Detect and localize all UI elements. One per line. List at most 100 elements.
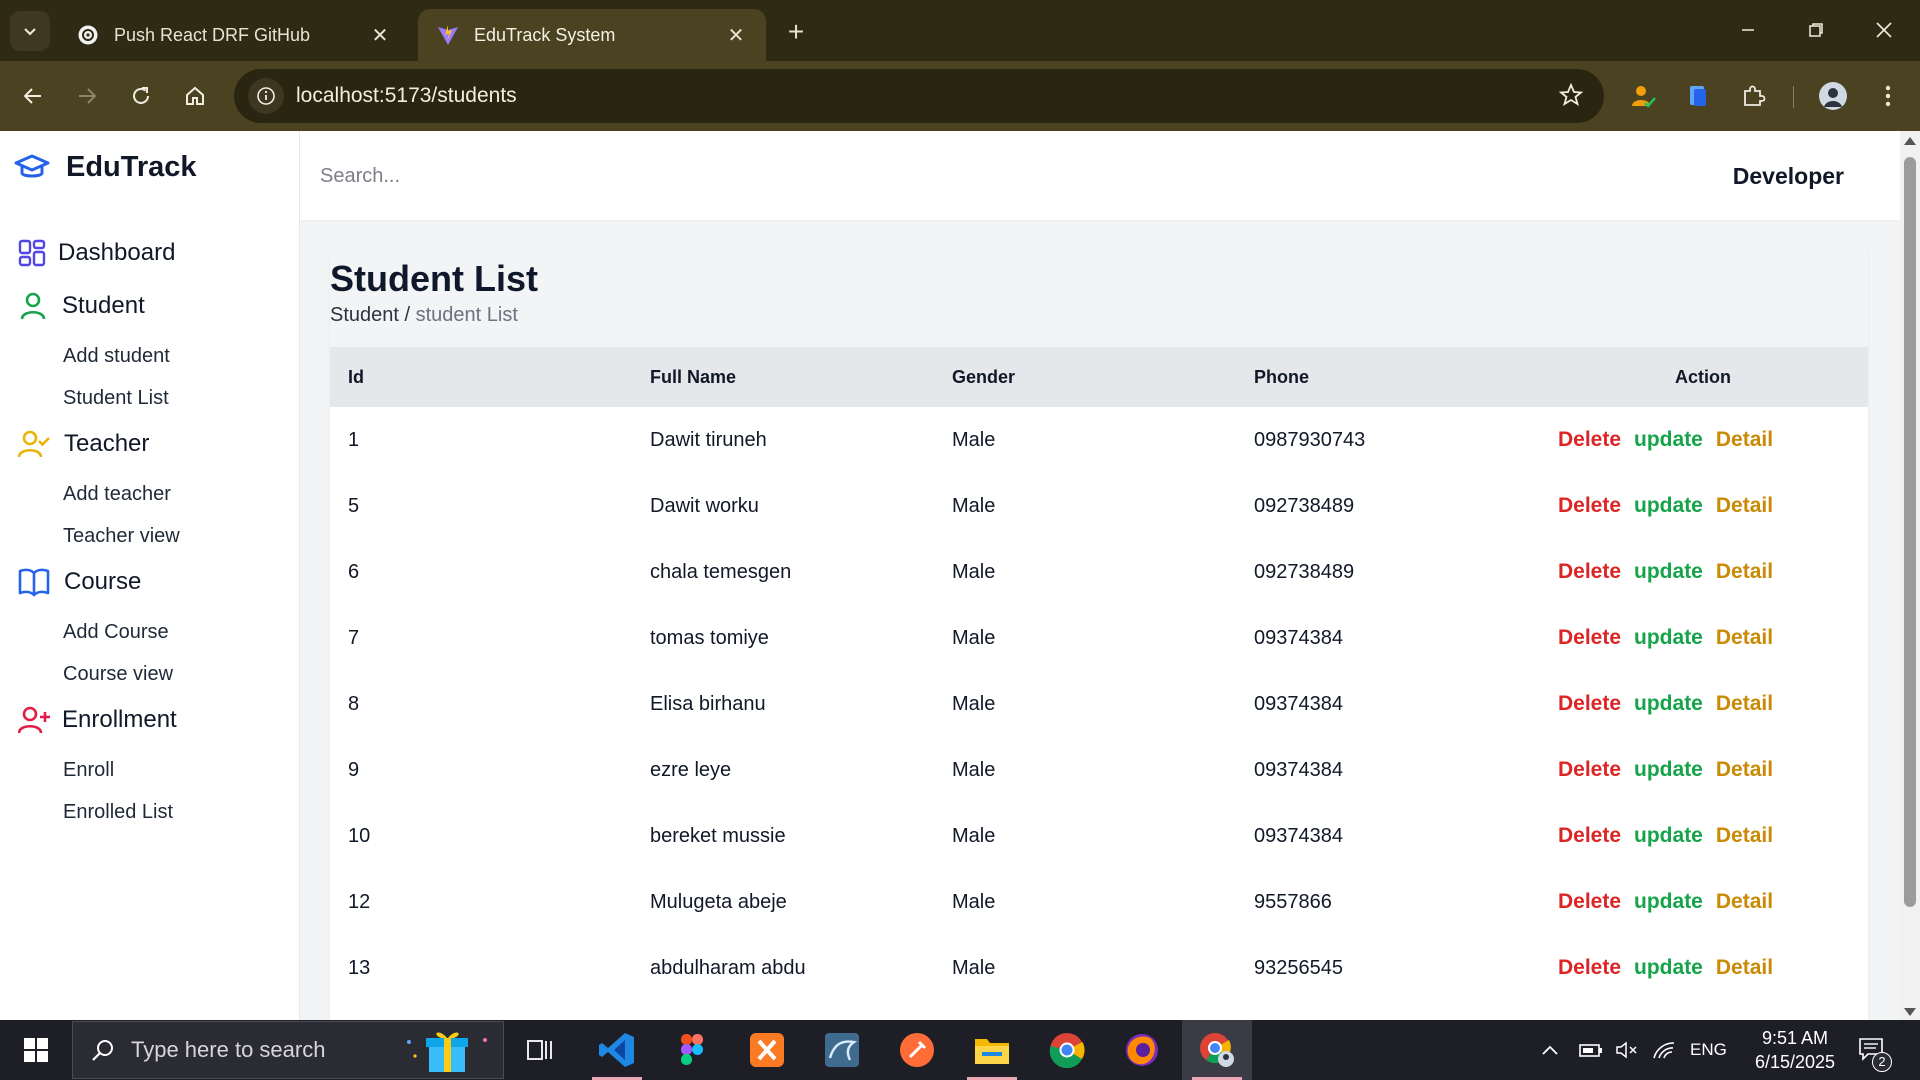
- delete-button[interactable]: Delete: [1558, 560, 1621, 583]
- start-button[interactable]: [14, 1032, 58, 1068]
- sidebar-subitem-student-list[interactable]: Student List: [63, 387, 169, 410]
- reload-button[interactable]: [121, 76, 161, 116]
- sidebar-subitem-enroll[interactable]: Enroll: [63, 759, 114, 782]
- update-button[interactable]: update: [1634, 692, 1703, 715]
- close-tab-icon[interactable]: ✕: [724, 23, 748, 47]
- brand-logo[interactable]: EduTrack: [14, 151, 197, 184]
- scroll-down-arrow-icon[interactable]: [1904, 1008, 1916, 1016]
- breadcrumb-parent[interactable]: Student: [330, 304, 399, 326]
- home-button[interactable]: [175, 76, 215, 116]
- close-tab-icon[interactable]: ✕: [368, 23, 392, 47]
- site-info-icon[interactable]: [248, 78, 284, 114]
- sidebar-subitem-add-student[interactable]: Add student: [63, 345, 170, 368]
- url-text: localhost:5173/students: [296, 84, 517, 107]
- chevron-down-icon: [24, 28, 36, 36]
- home-icon: [186, 86, 204, 105]
- system-clock[interactable]: 9:51 AM 6/15/2025: [1740, 1026, 1850, 1074]
- update-button[interactable]: update: [1634, 626, 1703, 649]
- delete-button[interactable]: Delete: [1558, 692, 1621, 715]
- table-row: 9 ezre leye Male 09374384 Delete update Detail: [330, 737, 1868, 803]
- detail-button[interactable]: Detail: [1716, 626, 1773, 649]
- cell-full-name: bereket mussie: [650, 824, 786, 847]
- sidebar-item-enrollment[interactable]: Enrollment: [18, 705, 177, 735]
- sidebar-subitem-add-teacher[interactable]: Add teacher: [63, 483, 171, 506]
- scroll-up-arrow-icon[interactable]: [1904, 137, 1916, 145]
- browser-menu-icon[interactable]: [1870, 78, 1906, 114]
- sidebar-item-dashboard[interactable]: Dashboard: [18, 239, 175, 267]
- taskbar-app-chrome-profile[interactable]: [1182, 1020, 1252, 1080]
- input-language[interactable]: ENG: [1690, 1020, 1727, 1080]
- sidebar-item-student[interactable]: Student: [18, 291, 145, 321]
- update-button[interactable]: update: [1634, 494, 1703, 517]
- taskbar-search-box[interactable]: Type here to search: [72, 1021, 504, 1079]
- delete-button[interactable]: Delete: [1558, 494, 1621, 517]
- extension-document-icon[interactable]: [1680, 78, 1716, 114]
- sidebar-subitem-teacher-view[interactable]: Teacher view: [63, 525, 180, 548]
- sidebar-item-teacher[interactable]: Teacher: [18, 429, 149, 459]
- delete-button[interactable]: Delete: [1558, 758, 1621, 781]
- browser-tab-edutrack[interactable]: EduTrack System ✕: [418, 9, 766, 61]
- detail-button[interactable]: Detail: [1716, 692, 1773, 715]
- taskbar-app-vscode[interactable]: [582, 1020, 652, 1080]
- update-button[interactable]: update: [1634, 428, 1703, 451]
- detail-button[interactable]: Detail: [1716, 758, 1773, 781]
- detail-button[interactable]: Detail: [1716, 890, 1773, 913]
- show-hidden-icons-button[interactable]: [1540, 1020, 1560, 1080]
- close-window-button[interactable]: [1856, 8, 1912, 52]
- cell-actions: Delete update Detail: [1538, 803, 1868, 869]
- page-scrollbar[interactable]: [1900, 131, 1920, 1020]
- user-icon: [20, 292, 46, 320]
- minimize-button[interactable]: [1720, 8, 1776, 52]
- restore-button[interactable]: [1788, 8, 1844, 52]
- volume-control[interactable]: [1615, 1020, 1639, 1080]
- task-view-button[interactable]: [505, 1020, 575, 1080]
- sidebar-subitem-course-view[interactable]: Course view: [63, 663, 173, 686]
- page-header: Student List Student / student List: [330, 250, 1868, 347]
- sidebar-subitem-add-course[interactable]: Add Course: [63, 621, 169, 644]
- bookmark-star-icon[interactable]: [1558, 82, 1584, 113]
- cell-phone: 0987930743: [1254, 428, 1366, 451]
- taskbar-app-firefox[interactable]: [1107, 1020, 1177, 1080]
- update-button[interactable]: update: [1634, 890, 1703, 913]
- taskbar-app-file-explorer[interactable]: [957, 1020, 1027, 1080]
- address-bar[interactable]: localhost:5173/students: [234, 69, 1604, 123]
- new-tab-button[interactable]: +: [778, 14, 814, 50]
- battery-status[interactable]: [1578, 1020, 1604, 1080]
- detail-button[interactable]: Detail: [1716, 824, 1773, 847]
- profile-sync-icon[interactable]: [1625, 78, 1661, 114]
- delete-button[interactable]: Delete: [1558, 890, 1621, 913]
- taskbar-app-postman[interactable]: [882, 1020, 952, 1080]
- forward-button[interactable]: [67, 76, 107, 116]
- taskbar-app-mysql-workbench[interactable]: [807, 1020, 877, 1080]
- cell-gender: Male: [952, 494, 996, 517]
- sidebar-subitem-enrolled-list[interactable]: Enrolled List: [63, 801, 173, 824]
- update-button[interactable]: update: [1634, 824, 1703, 847]
- delete-button[interactable]: Delete: [1558, 626, 1621, 649]
- update-button[interactable]: update: [1634, 956, 1703, 979]
- scrollbar-thumb[interactable]: [1904, 157, 1916, 907]
- taskbar-app-chrome[interactable]: [1032, 1020, 1102, 1080]
- sidebar-item-course[interactable]: Course: [18, 567, 141, 597]
- extensions-puzzle-icon[interactable]: [1735, 78, 1771, 114]
- delete-button[interactable]: Delete: [1558, 824, 1621, 847]
- update-button[interactable]: update: [1634, 758, 1703, 781]
- detail-button[interactable]: Detail: [1716, 428, 1773, 451]
- detail-button[interactable]: Detail: [1716, 560, 1773, 583]
- network-status[interactable]: [1652, 1020, 1676, 1080]
- tab-search-button[interactable]: [10, 11, 50, 51]
- user-menu[interactable]: Developer: [1733, 163, 1844, 190]
- profile-avatar[interactable]: [1815, 78, 1851, 114]
- delete-button[interactable]: Delete: [1558, 956, 1621, 979]
- browser-tab-github[interactable]: Push React DRF GitHub ✕: [58, 9, 410, 61]
- taskbar-search-placeholder: Type here to search: [131, 1037, 326, 1062]
- taskbar-app-xampp[interactable]: [732, 1020, 802, 1080]
- detail-button[interactable]: Detail: [1716, 494, 1773, 517]
- delete-button[interactable]: Delete: [1558, 428, 1621, 451]
- notification-center-button[interactable]: 2: [1858, 1020, 1892, 1080]
- detail-button[interactable]: Detail: [1716, 956, 1773, 979]
- back-button[interactable]: [13, 76, 53, 116]
- openai-icon: [76, 23, 100, 47]
- update-button[interactable]: update: [1634, 560, 1703, 583]
- taskbar-app-figma[interactable]: [657, 1020, 727, 1080]
- search-input[interactable]: [320, 155, 920, 197]
